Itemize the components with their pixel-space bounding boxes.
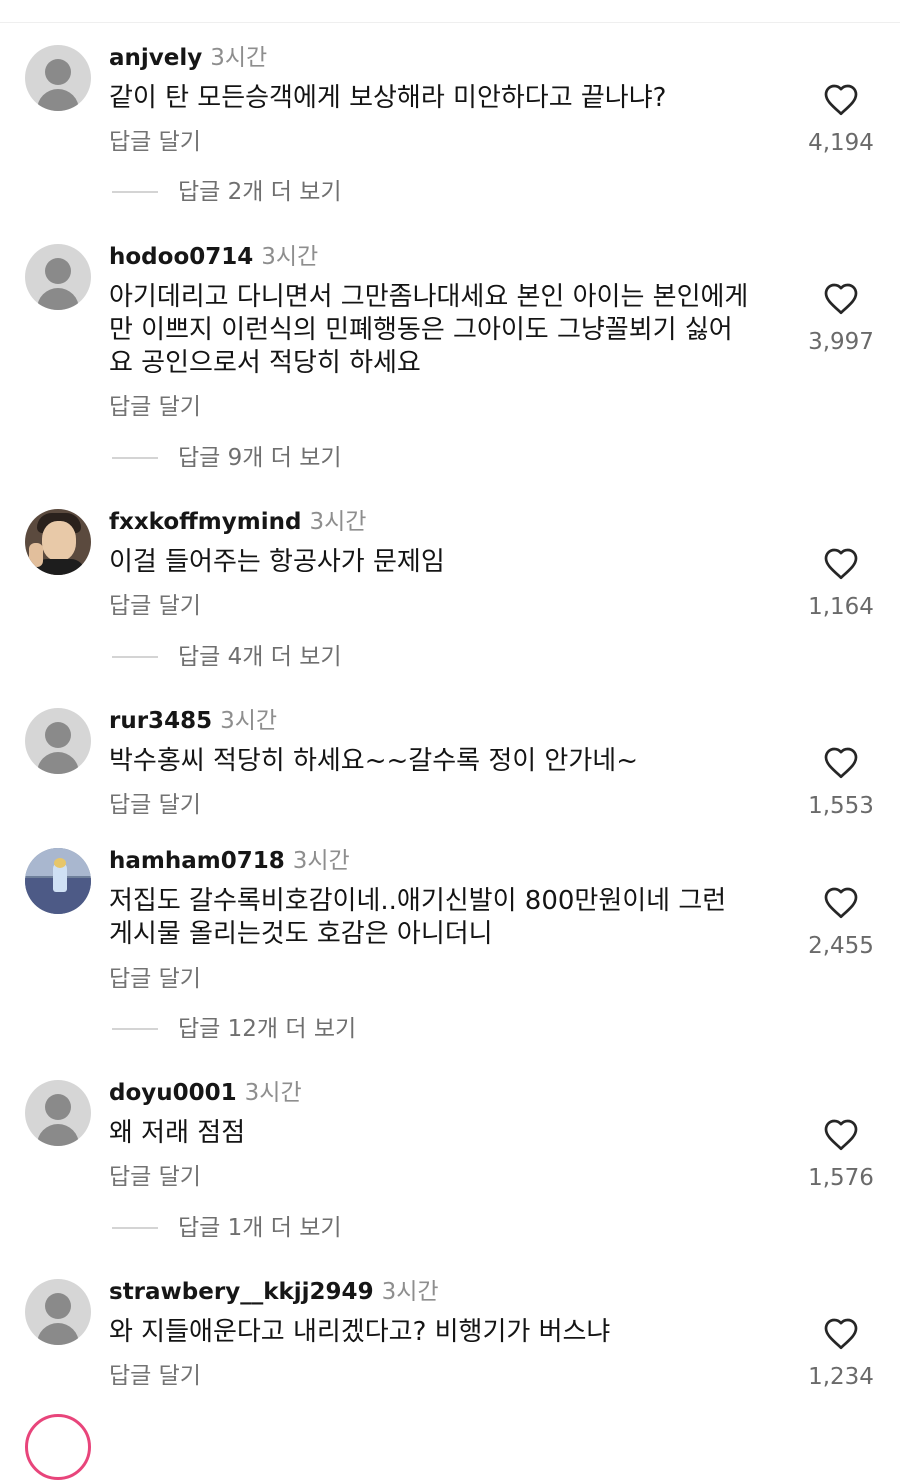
heart-icon[interactable] xyxy=(823,746,859,779)
like-area: 4,194 xyxy=(800,83,882,158)
timestamp: 3시간 xyxy=(244,1080,302,1106)
heart-icon[interactable] xyxy=(823,282,859,315)
like-count: 1,234 xyxy=(808,1364,874,1390)
divider xyxy=(112,1226,158,1229)
avatar[interactable] xyxy=(25,1279,91,1345)
divider xyxy=(112,1027,158,1030)
divider xyxy=(112,655,158,658)
like-area: 1,576 xyxy=(800,1118,882,1193)
like-area: 2,455 xyxy=(800,886,882,961)
like-area: 3,997 xyxy=(800,282,882,357)
avatar[interactable] xyxy=(25,244,91,310)
username[interactable]: fxxkoffmymind xyxy=(109,509,301,535)
top-divider xyxy=(0,22,900,23)
like-area: 1,234 xyxy=(800,1317,882,1392)
username[interactable]: doyu0001 xyxy=(109,1080,237,1106)
timestamp: 3시간 xyxy=(309,509,367,535)
timestamp: 3시간 xyxy=(292,848,350,874)
view-more-replies-button[interactable]: 답글 1개 더 보기 xyxy=(112,1212,342,1242)
reply-button[interactable]: 답글 달기 xyxy=(109,591,201,621)
comment-text: 이걸 들어주는 항공사가 문제임 xyxy=(109,547,445,577)
like-count: 2,455 xyxy=(808,933,874,959)
view-more-replies-label: 답글 2개 더 보기 xyxy=(178,178,342,205)
divider xyxy=(112,190,158,193)
heart-icon[interactable] xyxy=(823,83,859,116)
heart-icon[interactable] xyxy=(823,1317,859,1350)
avatar[interactable] xyxy=(25,848,91,914)
like-count: 1,576 xyxy=(808,1165,874,1191)
username[interactable]: hamham0718 xyxy=(109,848,285,874)
like-count: 4,194 xyxy=(808,130,874,156)
comment-text: 같이 탄 모든승객에게 보상해라 미안하다고 끝나냐? xyxy=(109,83,667,113)
username[interactable]: rur3485 xyxy=(109,708,212,734)
timestamp: 3시간 xyxy=(261,244,319,270)
like-area: 1,553 xyxy=(800,746,882,821)
view-more-replies-label: 답글 1개 더 보기 xyxy=(178,1214,342,1241)
heart-icon[interactable] xyxy=(823,547,859,580)
reply-button[interactable]: 답글 달기 xyxy=(109,964,201,994)
username[interactable]: hodoo0714 xyxy=(109,244,253,270)
view-more-replies-button[interactable]: 답글 12개 더 보기 xyxy=(112,1013,356,1043)
reply-button[interactable]: 답글 달기 xyxy=(109,1162,201,1192)
avatar[interactable] xyxy=(25,708,91,774)
heart-icon[interactable] xyxy=(823,1118,859,1151)
view-more-replies-button[interactable]: 답글 2개 더 보기 xyxy=(112,176,342,206)
avatar[interactable] xyxy=(25,509,91,575)
timestamp: 3시간 xyxy=(210,45,268,71)
comment-text: 와 지들애운다고 내리겠다고? 비행기가 버스냐 xyxy=(109,1317,611,1347)
next-avatar-story-ring[interactable] xyxy=(25,1414,91,1480)
comment-text: 저집도 갈수록비호감이네..애기신발이 800만원이네 그런 게시물 올리는것도… xyxy=(109,886,727,949)
view-more-replies-button[interactable]: 답글 4개 더 보기 xyxy=(112,641,342,671)
like-count: 3,997 xyxy=(808,329,874,355)
username[interactable]: strawbery__kkjj2949 xyxy=(109,1279,374,1305)
view-more-replies-label: 답글 4개 더 보기 xyxy=(178,643,342,670)
timestamp: 3시간 xyxy=(220,708,278,734)
like-count: 1,553 xyxy=(808,793,874,819)
like-count: 1,164 xyxy=(808,594,874,620)
reply-button[interactable]: 답글 달기 xyxy=(109,127,201,157)
heart-icon[interactable] xyxy=(823,886,859,919)
reply-button[interactable]: 답글 달기 xyxy=(109,1361,201,1391)
comment-text: 아기데리고 다니면서 그만좀나대세요 본인 아이는 본인에게 만 이쁘지 이런식… xyxy=(109,282,749,378)
divider xyxy=(112,456,158,459)
timestamp: 3시간 xyxy=(381,1279,439,1305)
view-more-replies-button[interactable]: 답글 9개 더 보기 xyxy=(112,442,342,472)
comment-text: 박수홍씨 적당히 하세요~~갈수록 정이 안가네~ xyxy=(109,746,638,776)
view-more-replies-label: 답글 9개 더 보기 xyxy=(178,444,342,471)
reply-button[interactable]: 답글 달기 xyxy=(109,392,201,422)
avatar[interactable] xyxy=(25,1080,91,1146)
view-more-replies-label: 답글 12개 더 보기 xyxy=(178,1015,357,1042)
comment-text: 왜 저래 점점 xyxy=(109,1118,246,1148)
username[interactable]: anjvely xyxy=(109,45,202,71)
avatar[interactable] xyxy=(25,45,91,111)
like-area: 1,164 xyxy=(800,547,882,622)
reply-button[interactable]: 답글 달기 xyxy=(109,790,201,820)
